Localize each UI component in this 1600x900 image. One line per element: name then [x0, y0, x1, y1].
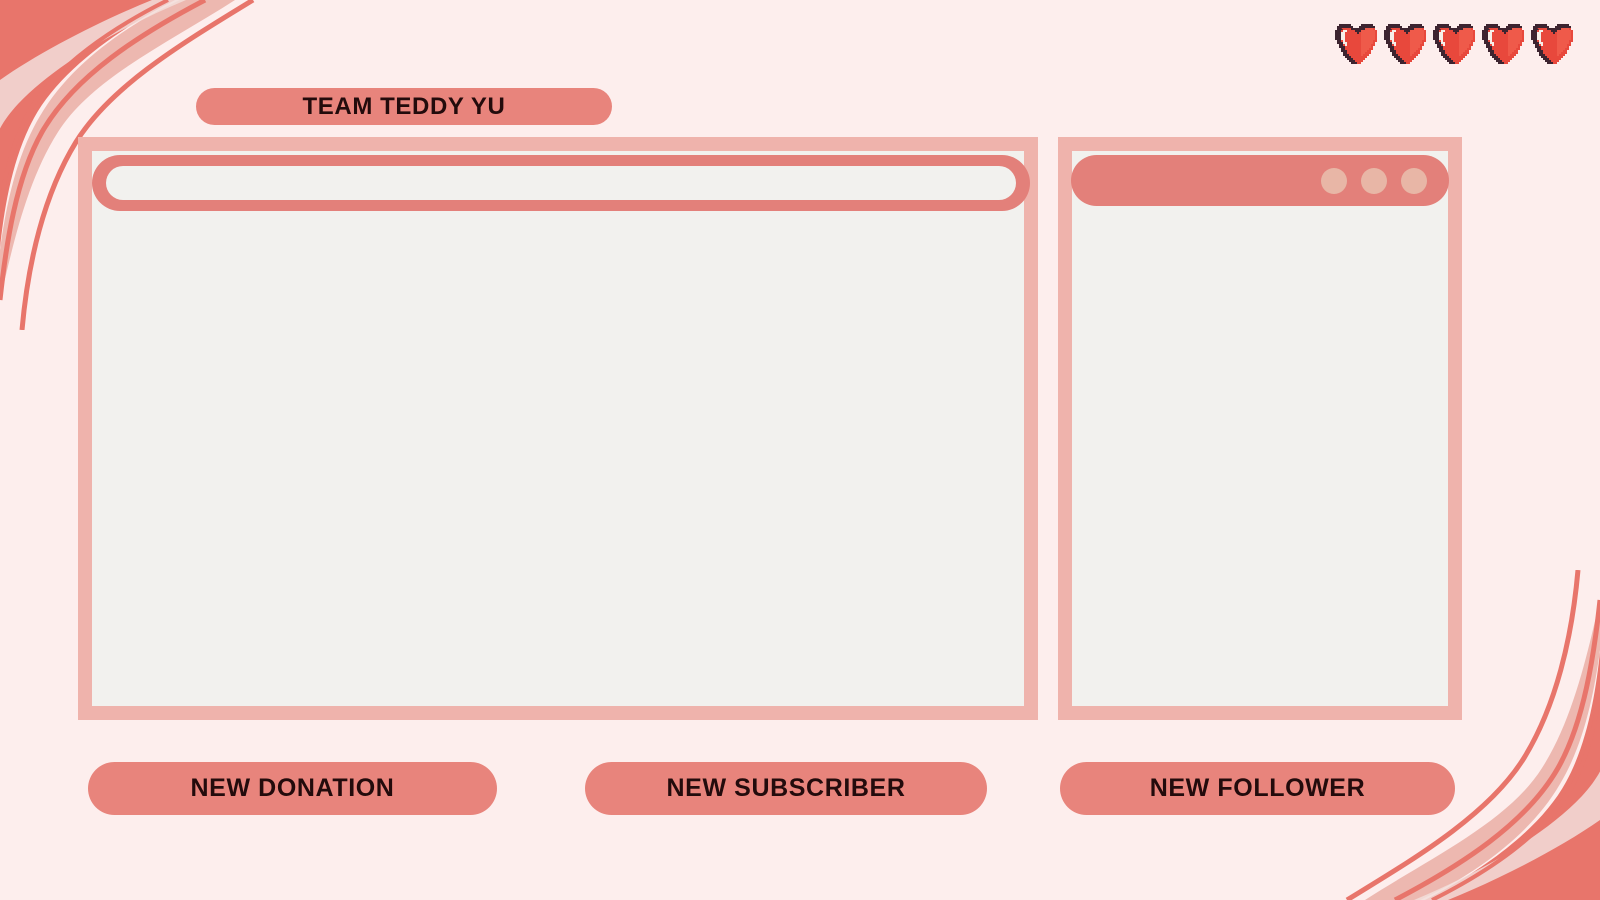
main-window-screen: [92, 151, 1024, 706]
pixel-heart-icon: [1531, 24, 1573, 64]
new-subscriber-button[interactable]: NEW SUBSCRIBER: [585, 762, 987, 815]
health-hearts: [1333, 22, 1575, 64]
side-window-screen: [1072, 151, 1448, 706]
window-dot-icon[interactable]: [1361, 167, 1387, 194]
side-window-titlebar: [1071, 155, 1449, 206]
stream-overlay-canvas: TEAM TEDDY YU NEW DONATION NEW SUBSCRIBE…: [0, 0, 1600, 900]
browser-window-main: [78, 137, 1038, 720]
browser-window-side: [1058, 137, 1462, 720]
page-title: TEAM TEDDY YU: [302, 92, 506, 120]
window-dot-icon[interactable]: [1321, 167, 1347, 194]
addressbar-input[interactable]: [106, 166, 1016, 200]
pixel-heart-icon: [1335, 24, 1377, 64]
pixel-heart-icon: [1384, 24, 1426, 64]
browser-addressbar[interactable]: [92, 155, 1030, 211]
new-follower-button[interactable]: NEW FOLLOWER: [1060, 762, 1455, 815]
window-dot-icon[interactable]: [1401, 167, 1427, 194]
pixel-heart-icon: [1482, 24, 1524, 64]
team-title-pill: TEAM TEDDY YU: [196, 88, 612, 125]
new-donation-button[interactable]: NEW DONATION: [88, 762, 497, 815]
pixel-heart-icon: [1433, 24, 1475, 64]
